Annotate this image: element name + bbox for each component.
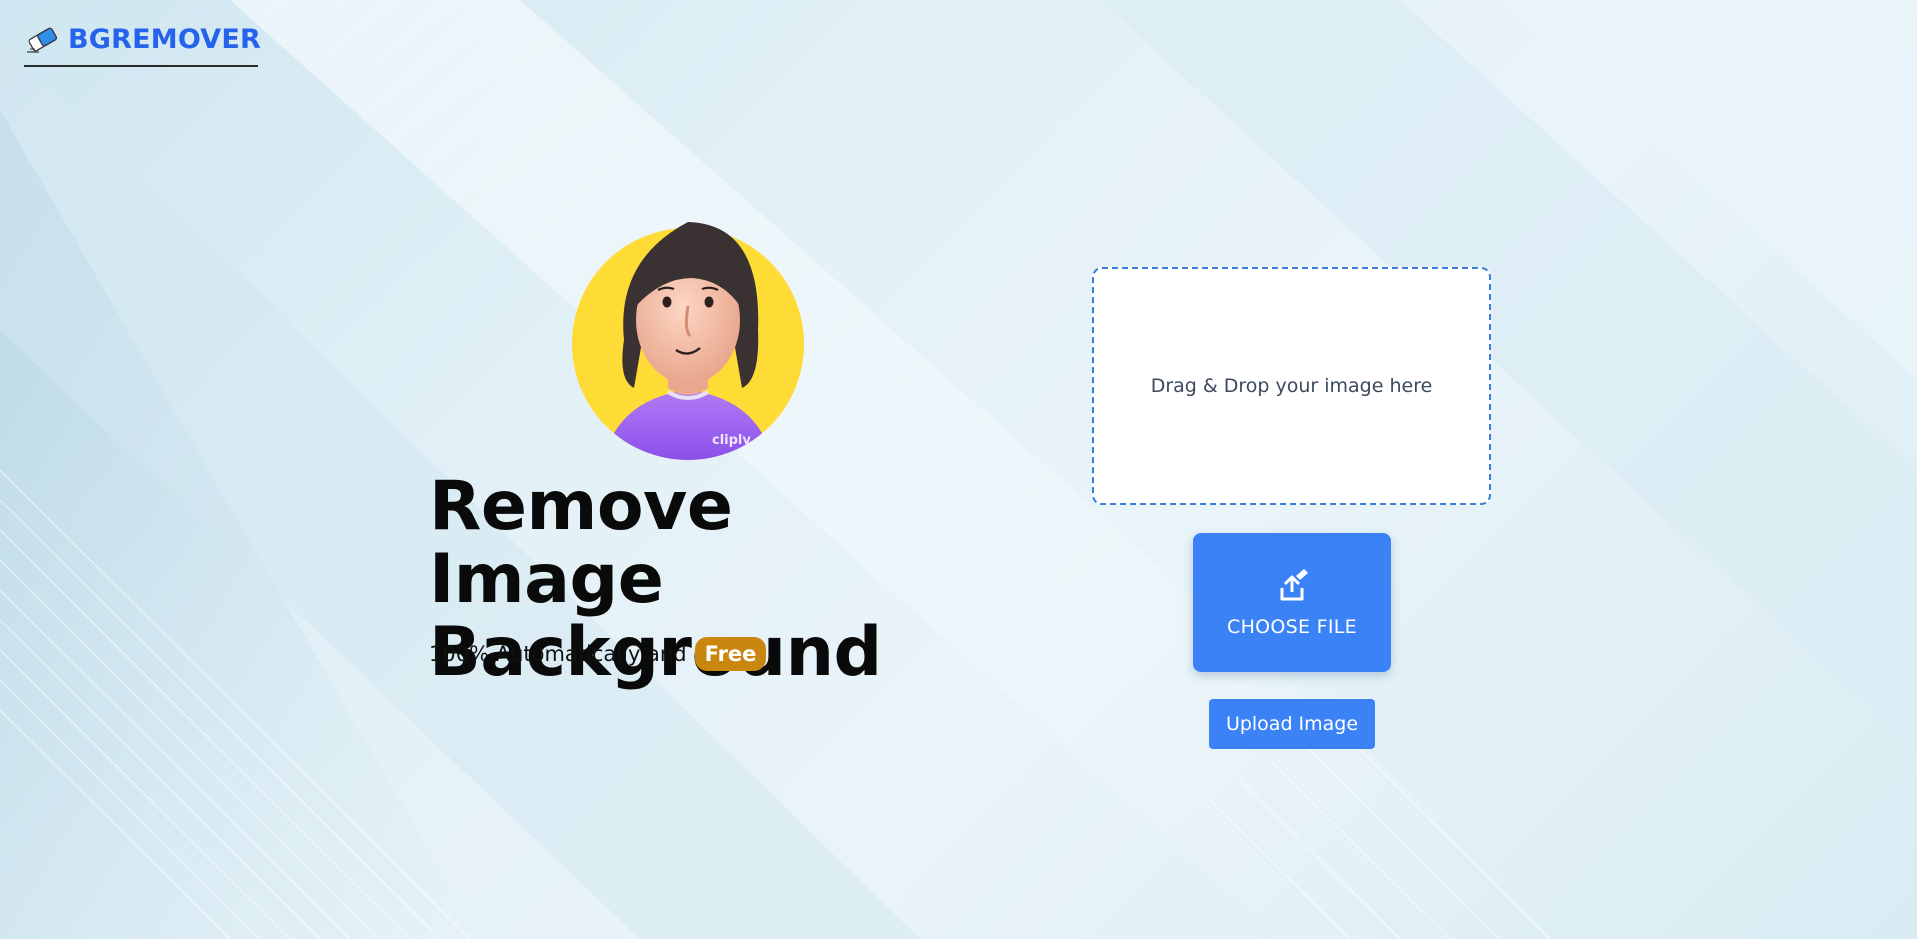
avatar: cliply: [572, 220, 804, 464]
tagline-text: 100% Automatically and: [429, 642, 687, 666]
avatar-badge-text: cliply: [712, 433, 751, 448]
title-line-1: Remove Image: [429, 467, 733, 619]
dropzone-text: Drag & Drop your image here: [1150, 375, 1433, 397]
choose-file-button[interactable]: CHOOSE FILE: [1193, 533, 1391, 672]
upload-image-button[interactable]: Upload Image: [1209, 699, 1375, 749]
free-badge: Free: [694, 637, 767, 671]
tagline: 100% Automatically and Free: [429, 637, 767, 671]
logo[interactable]: BGREMOVER: [24, 24, 262, 67]
choose-file-label: CHOOSE FILE: [1227, 615, 1357, 638]
upload-icon: [1274, 568, 1310, 602]
logo-text: BGREMOVER: [68, 24, 262, 55]
eraser-icon: [24, 25, 62, 55]
dropzone[interactable]: Drag & Drop your image here: [1092, 267, 1491, 505]
